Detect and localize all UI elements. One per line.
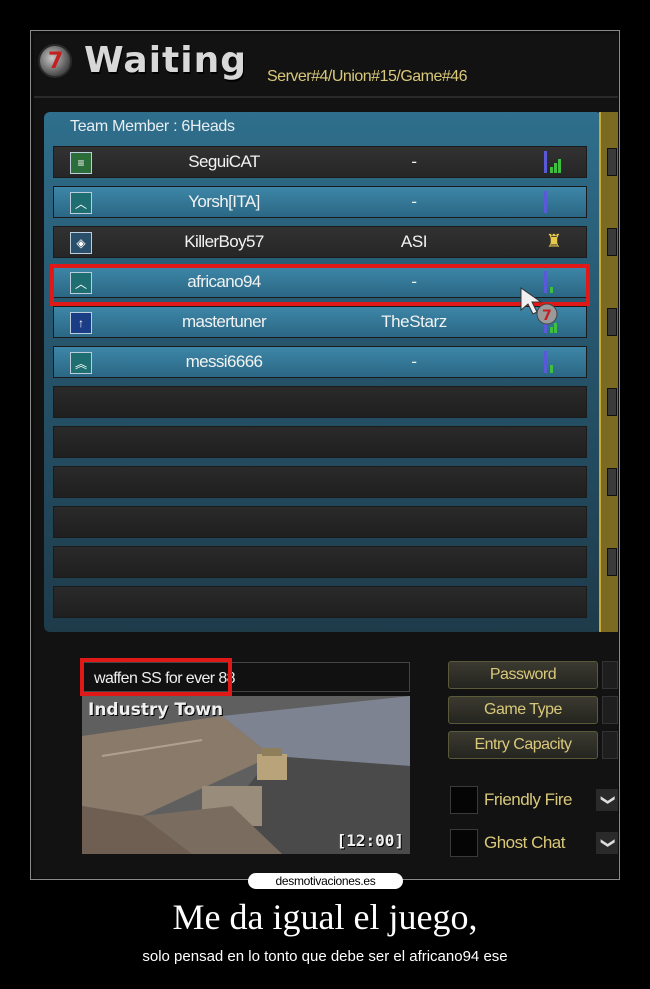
player-clan: - — [411, 192, 417, 211]
side-slot — [607, 148, 617, 176]
signal-icon — [544, 151, 564, 175]
rank-wing-icon: ◈ — [70, 232, 92, 254]
player-list: ≡ SeguiCAT - ︿ Yorsh[ITA] - ◈ KillerBoy5… — [53, 146, 587, 626]
map-name: Industry Town — [88, 700, 224, 720]
mouse-cursor-icon: 7 — [520, 287, 558, 325]
highlight-box — [50, 264, 590, 306]
player-name: KillerBoy57 — [184, 232, 264, 251]
game-window: 7 Waiting Server#4/Union#15/Game#46 Team… — [34, 34, 618, 878]
friendly-fire-label: Friendly Fire — [484, 790, 572, 809]
match-time: [12:00] — [336, 831, 404, 850]
side-panel-edge — [599, 112, 618, 632]
empty-slot[interactable] — [53, 386, 587, 418]
game-type-value — [602, 696, 618, 724]
side-slot — [607, 228, 617, 256]
player-row[interactable]: ︽ messi6666 - — [53, 346, 587, 378]
team-label: Team Member : 6Heads — [70, 118, 235, 135]
host-icon: ♜ — [545, 231, 563, 251]
player-name: Yorsh[ITA] — [188, 192, 260, 211]
empty-slot[interactable] — [53, 546, 587, 578]
player-clan: - — [411, 152, 417, 171]
chevron-down-icon[interactable]: ❯ — [596, 832, 618, 854]
player-clan: - — [411, 352, 417, 371]
server-info: Server#4/Union#15/Game#46 — [267, 68, 468, 85]
poster-subcaption: solo pensad en lo tonto que debe ser el … — [142, 948, 508, 965]
side-slot — [607, 468, 617, 496]
player-clan: ASI — [400, 232, 428, 251]
empty-slot[interactable] — [53, 586, 587, 618]
empty-slot[interactable] — [53, 466, 587, 498]
map-preview: Industry Town [12:00] — [82, 696, 410, 854]
side-slot — [607, 388, 617, 416]
player-name: mastertuner — [181, 312, 267, 331]
page-title: Waiting — [84, 40, 248, 81]
friendly-fire-checkbox[interactable] — [450, 786, 478, 814]
watermark: desmotivaciones.es — [248, 873, 403, 889]
player-name: SeguiCAT — [188, 152, 260, 171]
rank-arrow-icon: ↑ — [70, 312, 92, 334]
player-row[interactable]: ◈ KillerBoy57 ASI ♜ — [53, 226, 587, 258]
rank-bars-icon: ≡ — [70, 152, 92, 174]
rank-double-chevron-icon: ︽ — [70, 352, 92, 374]
game-type-button[interactable]: Game Type — [448, 696, 598, 724]
side-slot — [607, 308, 617, 336]
svg-text:7: 7 — [542, 308, 552, 324]
player-row[interactable]: ≡ SeguiCAT - — [53, 146, 587, 178]
ghost-chat-label: Ghost Chat — [484, 833, 566, 852]
signal-icon — [544, 351, 564, 375]
ghost-chat-checkbox[interactable] — [450, 829, 478, 857]
chevron-down-icon[interactable]: ❯ — [596, 789, 618, 811]
entry-capacity-value — [602, 731, 618, 759]
player-row[interactable]: ︿ Yorsh[ITA] - — [53, 186, 587, 218]
game-logo-icon: 7 — [38, 44, 72, 78]
entry-capacity-button[interactable]: Entry Capacity — [448, 731, 598, 759]
screenshot-frame: 7 Waiting Server#4/Union#15/Game#46 Team… — [30, 30, 620, 880]
player-row[interactable]: ↑ mastertuner TheStarz — [53, 306, 587, 338]
side-slot — [607, 548, 617, 576]
empty-slot[interactable] — [53, 506, 587, 538]
signal-icon — [544, 191, 564, 215]
rank-chevron-icon: ︿ — [70, 192, 92, 214]
highlight-box — [80, 658, 232, 696]
player-name: messi6666 — [185, 352, 263, 371]
password-button[interactable]: Password — [448, 661, 598, 689]
empty-slot[interactable] — [53, 426, 587, 458]
poster-caption: Me da igual el juego, — [172, 897, 478, 937]
header-divider — [34, 96, 618, 98]
player-clan: TheStarz — [381, 312, 447, 331]
password-value — [602, 661, 618, 689]
